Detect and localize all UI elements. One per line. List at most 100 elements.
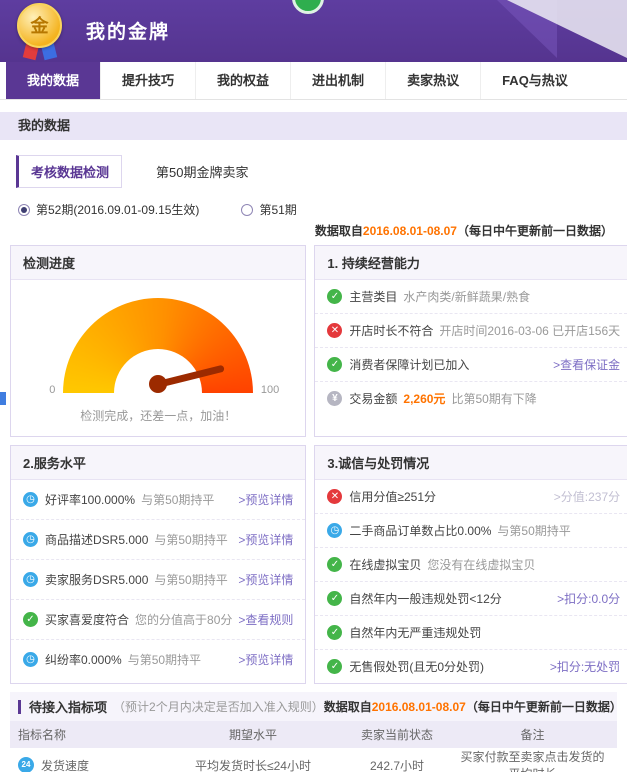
clock-icon: ◷ bbox=[23, 492, 38, 507]
preview-detail-link[interactable]: >预览详情 bbox=[232, 491, 293, 508]
check-icon: ✓ bbox=[327, 625, 342, 640]
col-header-expect: 期望水平 bbox=[168, 726, 338, 743]
data-source-note: 数据取自2016.08.01-08.07（每日中午更新前一日数据） bbox=[14, 222, 613, 239]
note-suffix: （每日中午更新前一日数据） bbox=[457, 224, 613, 238]
integrity-row-counterfeit: ✓ 无售假处罚(且无0分处罚) >扣分:无处罚 bbox=[315, 650, 627, 683]
row-detail: 与第50期持平 bbox=[154, 571, 227, 588]
decorative-green-circle bbox=[292, 0, 324, 14]
amount-value: 2,260元 bbox=[403, 390, 445, 407]
col-header-remark: 备注 bbox=[456, 726, 609, 743]
radio-selected-icon bbox=[18, 204, 30, 216]
integrity-row-general-violation: ✓ 自然年内一般违规处罚<12分 >扣分:0.0分 bbox=[315, 582, 627, 616]
service-row-seller-dsr: ◷ 卖家服务DSR5.000 与第50期持平 >预览详情 bbox=[11, 560, 305, 600]
preview-detail-link[interactable]: >预览详情 bbox=[232, 651, 293, 668]
row-detail: 水产肉类/新鲜蔬果/熟食 bbox=[403, 288, 530, 305]
integrity-row-serious-violation: ✓ 自然年内无严重违规处罚 bbox=[315, 616, 627, 650]
preview-detail-link[interactable]: >预览详情 bbox=[232, 531, 293, 548]
check-icon: ✓ bbox=[327, 289, 342, 304]
ability-row-shop-age: ✕ 开店时长不符合 开店时间2016-03-06 已开店156天 bbox=[315, 314, 627, 348]
cross-icon: ✕ bbox=[327, 323, 342, 338]
row-label: 交易金额 bbox=[349, 390, 397, 407]
row-label: 卖家服务DSR5.000 bbox=[45, 571, 148, 588]
row-label: 买家喜爱度符合 bbox=[45, 611, 129, 628]
tab-seller-topics[interactable]: 卖家热议 bbox=[385, 62, 480, 99]
row-label: 商品描述DSR5.000 bbox=[45, 531, 148, 548]
check-icon: ✓ bbox=[327, 557, 342, 572]
pending-table: 指标名称 期望水平 卖家当前状态 备注 24 发货速度 平均发货时长≤24小时 … bbox=[10, 721, 617, 772]
tab-improve-tips[interactable]: 提升技巧 bbox=[100, 62, 195, 99]
integrity-row-virtual-items: ✓ 在线虚拟宝贝 您没有在线虚拟宝贝 bbox=[315, 548, 627, 582]
gold-medal-icon: 金 bbox=[16, 3, 64, 61]
table-row-shipping-speed: 24 发货速度 平均发货时长≤24小时 242.7小时 买家付款至卖家点击发货的… bbox=[10, 748, 617, 772]
gauge-max-label: 100 bbox=[261, 384, 279, 396]
progress-gauge: 0 100 bbox=[63, 298, 253, 393]
row-detail: 与第50期持平 bbox=[141, 491, 214, 508]
preview-detail-link[interactable]: >预览详情 bbox=[232, 571, 293, 588]
page-header: 金 我的金牌 bbox=[0, 0, 627, 62]
service-row-description-dsr: ◷ 商品描述DSR5.000 与第50期持平 >预览详情 bbox=[11, 520, 305, 560]
cross-icon: ✕ bbox=[327, 489, 342, 504]
score-value-text: >分值:237分 bbox=[548, 488, 620, 505]
panel-service: 2.服务水平 ◷ 好评率100.000% 与第50期持平 >预览详情 ◷ 商品描… bbox=[10, 445, 306, 684]
panel-progress: 检测进度 0 100 检测完成，还差一点，加油！ bbox=[10, 245, 306, 437]
radio-period-52[interactable]: 第52期(2016.09.01-09.15生效) bbox=[18, 201, 199, 218]
note-date: 2016.08.01-08.07 bbox=[372, 700, 466, 714]
row-label: 主营类目 bbox=[349, 288, 397, 305]
pending-title: 待接入指标项 bbox=[29, 697, 107, 716]
tab-my-data[interactable]: 我的数据 bbox=[6, 62, 100, 99]
clock-icon: ◷ bbox=[23, 652, 38, 667]
clock-icon: ◷ bbox=[23, 572, 38, 587]
gauge-pivot-icon bbox=[149, 375, 167, 393]
gauge-area: 0 100 检测完成，还差一点，加油！ bbox=[11, 280, 305, 436]
row-label: 在线虚拟宝贝 bbox=[349, 556, 421, 573]
gauge-caption: 检测完成，还差一点，加油！ bbox=[11, 407, 305, 424]
pending-subtitle: （预计2个月内决定是否加入准入规则） bbox=[113, 698, 324, 715]
row-label: 好评率100.000% bbox=[45, 491, 135, 508]
service-row-dispute-rate: ◷ 纠纷率0.000% 与第50期持平 >预览详情 bbox=[11, 640, 305, 679]
metric-expect: 平均发货时长≤24小时 bbox=[168, 757, 338, 772]
check-icon: ✓ bbox=[23, 612, 38, 627]
subtab-assessment-check[interactable]: 考核数据检测 bbox=[16, 155, 122, 188]
note-prefix: 数据取自 bbox=[324, 700, 372, 714]
money-icon: ¥ bbox=[327, 391, 342, 406]
pending-header: 待接入指标项 （预计2个月内决定是否加入准入规则） 数据取自2016.08.01… bbox=[10, 692, 617, 721]
tab-my-benefits[interactable]: 我的权益 bbox=[195, 62, 290, 99]
row-label: 纠纷率0.000% bbox=[45, 651, 122, 668]
medal-text: 金 bbox=[31, 16, 49, 36]
subtab-period50-gold-seller[interactable]: 第50期金牌卖家 bbox=[144, 156, 260, 187]
col-header-name: 指标名称 bbox=[18, 726, 168, 743]
left-edge-widget bbox=[0, 392, 6, 405]
check-icon: ✓ bbox=[327, 659, 342, 674]
view-deposit-link[interactable]: >查看保证金 bbox=[547, 356, 620, 373]
section-header: 我的数据 bbox=[0, 112, 627, 140]
accent-bar bbox=[18, 700, 21, 714]
panel-integrity-title: 3.诚信与处罚情况 bbox=[315, 446, 627, 480]
note-suffix: （每日中午更新前一日数据） bbox=[466, 700, 622, 714]
tab-faq[interactable]: FAQ与热议 bbox=[480, 62, 589, 99]
section-title: 我的数据 bbox=[18, 118, 70, 133]
deduction-link[interactable]: >扣分:0.0分 bbox=[551, 590, 620, 607]
gauge-min-label: 0 bbox=[49, 384, 55, 396]
shipping-speed-icon: 24 bbox=[18, 757, 34, 772]
panel-integrity: 3.诚信与处罚情况 ✕ 信用分值≥251分 >分值:237分 ◷ 二手商品订单数… bbox=[314, 445, 627, 684]
row-label: 无售假处罚(且无0分处罚) bbox=[349, 658, 484, 675]
check-icon: ✓ bbox=[327, 591, 342, 606]
row-detail: 您没有在线虚拟宝贝 bbox=[427, 556, 535, 573]
period-selector: 第52期(2016.09.01-09.15生效) 第51期 bbox=[18, 201, 609, 218]
panel-ability: 1. 持续经营能力 ✓ 主营类目 水产肉类/新鲜蔬果/熟食 ✕ 开店时长不符合 … bbox=[314, 245, 627, 437]
clock-icon: ◷ bbox=[327, 523, 342, 538]
row-label: 消费者保障计划已加入 bbox=[349, 356, 469, 373]
note-prefix: 数据取自 bbox=[315, 224, 363, 238]
radio-period-51[interactable]: 第51期 bbox=[241, 201, 296, 218]
panel-service-title: 2.服务水平 bbox=[11, 446, 305, 480]
deduction-link[interactable]: >扣分:无处罚 bbox=[544, 658, 620, 675]
view-rules-link[interactable]: >查看规则 bbox=[232, 611, 293, 628]
metric-remark: 买家付款至卖家点击发货的平均时长 bbox=[456, 748, 609, 772]
panel-progress-title: 检测进度 bbox=[11, 246, 305, 280]
metric-current: 242.7小时 bbox=[338, 757, 456, 772]
radio-period-51-label: 第51期 bbox=[259, 201, 296, 218]
radio-unselected-icon bbox=[241, 204, 253, 216]
tab-entry-exit[interactable]: 进出机制 bbox=[290, 62, 385, 99]
row-label: 自然年内一般违规处罚<12分 bbox=[349, 590, 501, 607]
row-detail: 开店时间2016-03-06 已开店156天 bbox=[439, 322, 620, 339]
